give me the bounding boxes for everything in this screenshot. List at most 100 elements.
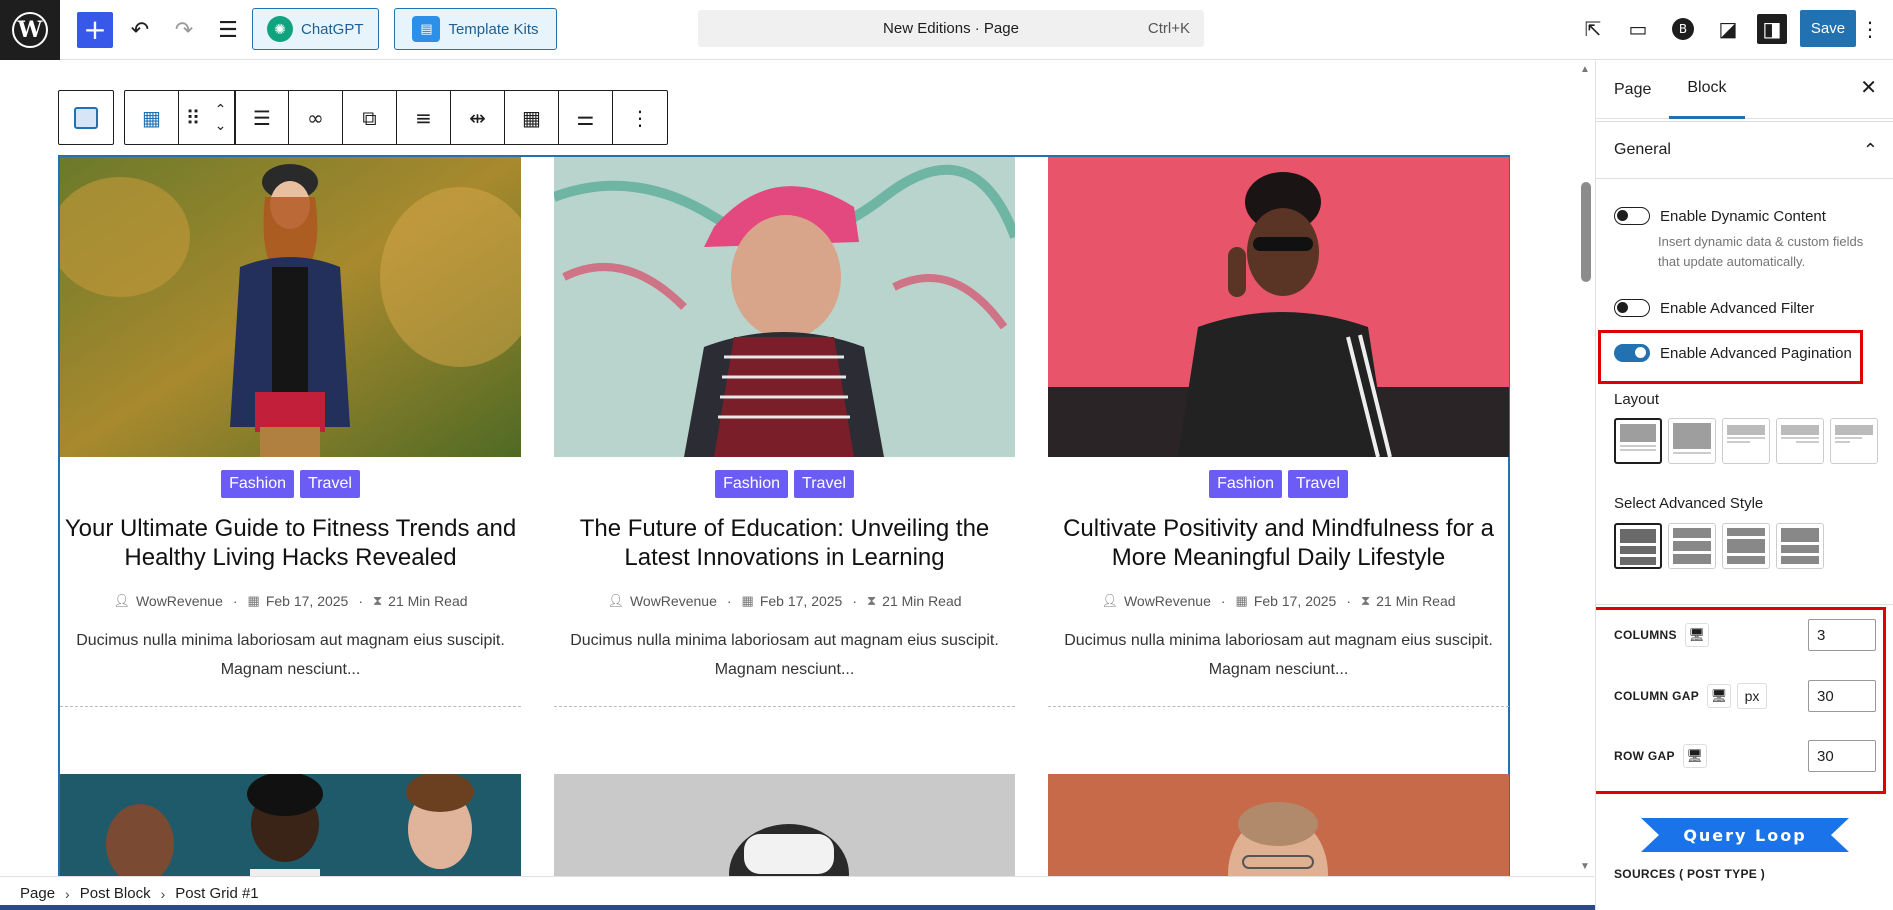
post-tags: Fashion Travel: [1048, 470, 1509, 498]
layout-options: [1614, 418, 1878, 464]
command-palette-bar[interactable]: New Editions · Page Ctrl+K: [698, 10, 1204, 47]
post-title[interactable]: The Future of Education: Unveiling the L…: [554, 514, 1015, 572]
breadcrumb-page[interactable]: Page: [20, 885, 55, 902]
post-author[interactable]: WowRevenue: [630, 593, 717, 609]
sidebar-tabs: Page Block ✕: [1596, 61, 1893, 119]
post-meta: 👤︎ WowRevenue · ▦ Feb 17, 2025 · ⧗ 21 Min R…: [113, 593, 468, 609]
post-title[interactable]: Your Ultimate Guide to Fitness Trends an…: [60, 514, 521, 572]
post-author[interactable]: WowRevenue: [136, 593, 223, 609]
style-option-4[interactable]: [1776, 523, 1824, 569]
post-image[interactable]: [60, 157, 521, 457]
post-author[interactable]: WowRevenue: [1124, 593, 1211, 609]
alignment-icon[interactable]: ☰: [235, 91, 289, 144]
blocks-plugin-icon[interactable]: ◪: [1713, 14, 1743, 44]
layout-option-1[interactable]: [1614, 418, 1662, 464]
close-icon[interactable]: ✕: [1860, 75, 1877, 99]
general-label: General: [1614, 141, 1671, 158]
tag-travel[interactable]: Travel: [1288, 470, 1348, 498]
layout-label: Layout: [1614, 391, 1660, 408]
document-overview-icon[interactable]: ☰: [210, 10, 246, 50]
redo-icon[interactable]: ↷: [166, 10, 202, 50]
post-read-time: 21 Min Read: [1376, 593, 1456, 609]
post-card[interactable]: [554, 774, 1015, 887]
image-gallery-icon[interactable]: ⧉: [343, 91, 397, 144]
style-option-1[interactable]: [1614, 523, 1662, 569]
post-card[interactable]: Fashion Travel Your Ultimate Guide to Fi…: [60, 157, 521, 707]
tag-fashion[interactable]: Fashion: [221, 470, 295, 498]
drag-handle-icon[interactable]: ⠿: [179, 91, 207, 144]
layout-option-4[interactable]: [1776, 418, 1824, 464]
post-excerpt: Ducimus nulla minima laboriosam aut magn…: [570, 632, 999, 678]
scroll-down-arrow[interactable]: ▼: [1580, 861, 1590, 872]
parent-block-icon[interactable]: ▦: [125, 91, 179, 144]
post-image[interactable]: [554, 157, 1015, 457]
post-card[interactable]: Fashion Travel Cultivate Positivity and …: [1048, 157, 1509, 707]
post-grid-block-icon[interactable]: [59, 91, 113, 144]
save-button[interactable]: Save: [1800, 10, 1856, 47]
post-excerpt: Ducimus nulla minima laboriosam aut magn…: [76, 632, 505, 678]
post-grid-block[interactable]: Fashion Travel Your Ultimate Guide to Fi…: [58, 155, 1510, 887]
scroll-up-arrow[interactable]: ▲: [1580, 64, 1590, 75]
style-option-2[interactable]: [1668, 523, 1716, 569]
tag-travel[interactable]: Travel: [300, 470, 360, 498]
post-date: Feb 17, 2025: [265, 593, 349, 609]
text-align-icon[interactable]: ≡: [397, 91, 451, 144]
post-card[interactable]: Fashion Travel The Future of Education: …: [554, 157, 1015, 707]
advanced-filter-toggle[interactable]: [1614, 299, 1650, 317]
view-external-icon[interactable]: ⇱: [1578, 14, 1608, 44]
dynamic-content-toggle[interactable]: [1614, 207, 1650, 225]
post-card[interactable]: [60, 774, 521, 887]
tag-fashion[interactable]: Fashion: [715, 470, 789, 498]
undo-icon[interactable]: ↶: [122, 10, 158, 50]
breadcrumb-post-grid[interactable]: Post Grid #1: [175, 885, 258, 902]
tab-page[interactable]: Page: [1596, 61, 1669, 119]
move-up-down-icon[interactable]: ⌃ ⌄: [207, 91, 235, 144]
general-panel-header[interactable]: General ⌃: [1596, 121, 1893, 179]
template-kits-label: Template Kits: [448, 20, 539, 38]
block-controls-group: ▦ ⠿ ⌃ ⌄ ☰ ∞ ⧉ ≡ ⇹ ▦ ⚌ ⋮: [124, 90, 668, 145]
post-tags: Fashion Travel: [554, 470, 1015, 498]
scrollbar-thumb[interactable]: [1581, 182, 1591, 282]
width-icon[interactable]: ⇹: [451, 91, 505, 144]
chevron-right-icon: ›: [65, 885, 70, 902]
tab-block[interactable]: Block: [1669, 61, 1745, 119]
post-image-three-men: [60, 774, 521, 887]
tag-travel[interactable]: Travel: [794, 470, 854, 498]
calendar-icon: ▦: [1235, 593, 1248, 608]
chatgpt-button[interactable]: ✺ ChatGPT: [252, 8, 379, 50]
wordpress-logo[interactable]: W: [0, 0, 60, 60]
device-preview-icon[interactable]: ▭: [1623, 14, 1653, 44]
post-card[interactable]: [1048, 774, 1509, 887]
dynamic-content-label: Enable Dynamic Content: [1660, 207, 1826, 225]
tag-fashion[interactable]: Fashion: [1209, 470, 1283, 498]
document-title: New Editions · Page: [883, 20, 1019, 37]
post-image-autumn-woman: [60, 157, 521, 457]
settings-sidebar-icon[interactable]: ◨: [1757, 14, 1787, 44]
layout-option-3[interactable]: [1722, 418, 1770, 464]
highlight-grid-settings: [1596, 607, 1886, 794]
link-icon[interactable]: ∞: [289, 91, 343, 144]
canvas-scrollbar[interactable]: ▲ ▼: [1580, 64, 1592, 872]
hourglass-icon: ⧗: [373, 593, 383, 608]
breadcrumb-post-block[interactable]: Post Block: [80, 885, 151, 902]
table-layout-icon[interactable]: ▦: [505, 91, 559, 144]
more-options-icon[interactable]: ⋮: [613, 91, 667, 144]
post-image-woman-sunglasses: [1048, 157, 1509, 457]
add-block-button[interactable]: +: [77, 12, 113, 48]
chatgpt-label: ChatGPT: [301, 20, 364, 38]
calendar-icon: ▦: [247, 593, 260, 608]
post-meta: 👤︎ WowRevenue · ▦ Feb 17, 2025 · ⧗ 21 Min R…: [1101, 593, 1456, 609]
layout-option-5[interactable]: [1830, 418, 1878, 464]
query-loop-banner: Query Loop: [1641, 818, 1849, 852]
template-kits-button[interactable]: ▤ Template Kits: [394, 8, 557, 50]
settings-sliders-icon[interactable]: ⚌: [559, 91, 613, 144]
plugin-b-icon[interactable]: B: [1668, 14, 1698, 44]
post-title[interactable]: Cultivate Positivity and Mindfulness for…: [1048, 514, 1509, 572]
card-divider: [554, 706, 1015, 707]
layout-option-2[interactable]: [1668, 418, 1716, 464]
style-option-3[interactable]: [1722, 523, 1770, 569]
user-icon: 👤︎: [113, 593, 130, 608]
options-menu-icon[interactable]: ⋮: [1860, 14, 1880, 44]
highlight-pagination: [1598, 330, 1863, 384]
post-image[interactable]: [1048, 157, 1509, 457]
